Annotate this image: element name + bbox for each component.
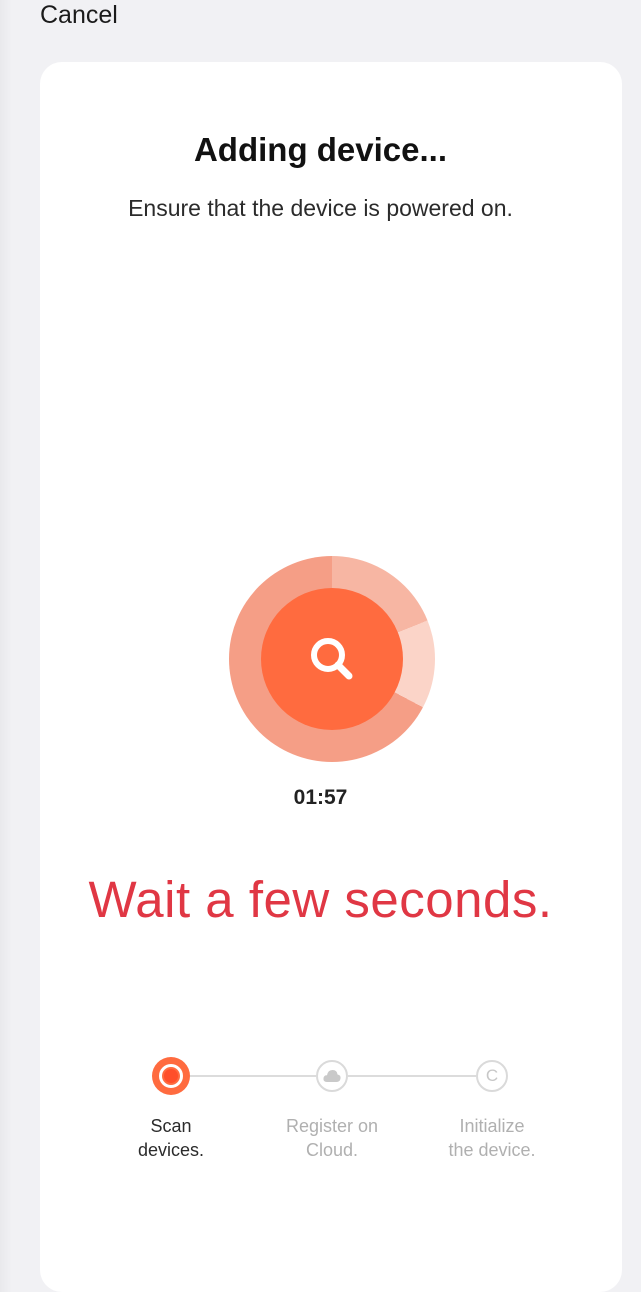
step-scan-indicator <box>152 1057 190 1095</box>
countdown-timer: 01:57 <box>293 786 348 809</box>
scan-indicator <box>261 588 403 730</box>
wait-message: Wait a few seconds. <box>88 871 553 928</box>
step-register-indicator <box>316 1060 348 1092</box>
step-label-scan: Scan devices. <box>96 1114 246 1162</box>
step-label-line: devices. <box>137 1140 205 1160</box>
step-connector-1 <box>190 1075 316 1077</box>
c-circle-icon: C <box>485 1066 499 1085</box>
page-subtitle: Ensure that the device is powered on. <box>128 195 513 221</box>
search-icon <box>311 638 353 680</box>
page-title: Adding device... <box>193 131 448 168</box>
step-label-line: Cloud. <box>305 1140 359 1160</box>
step-label-register: Register on Cloud. <box>257 1114 407 1162</box>
cancel-button[interactable]: Cancel <box>40 0 118 30</box>
step-label-line: the device. <box>448 1140 536 1160</box>
cloud-icon <box>323 1070 341 1082</box>
step-label-line: Scan <box>150 1116 192 1136</box>
step-label-line: Register on <box>285 1116 379 1136</box>
step-label-initialize: Initialize the device. <box>417 1114 567 1162</box>
step-connector-2 <box>348 1075 476 1077</box>
step-label-line: Initialize <box>459 1116 525 1136</box>
step-initialize-indicator: C <box>476 1060 508 1092</box>
